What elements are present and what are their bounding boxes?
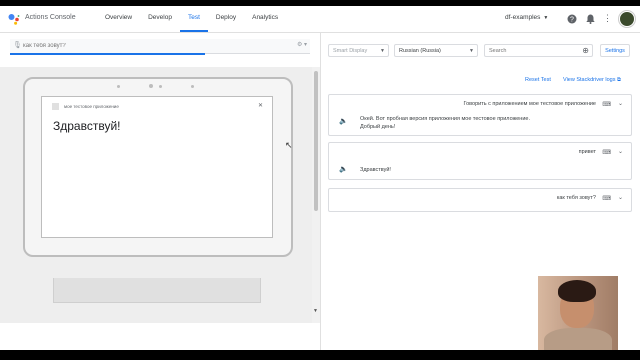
- device-camera-icon: [149, 84, 153, 88]
- device-screen: мое тестовое приложение ✕ Здравствуй!: [41, 96, 273, 238]
- scroll-down-arrow-icon[interactable]: ▼: [313, 308, 318, 314]
- search-input[interactable]: [489, 46, 569, 56]
- device-sensor-icon: [117, 85, 120, 88]
- input-focus-underline: [10, 53, 205, 55]
- user-request: Говорить с приложением мое тестовое прил…: [463, 101, 596, 107]
- webcam-person-shirt: [544, 328, 612, 350]
- tab-analytics[interactable]: Analytics: [244, 6, 286, 30]
- top-bar: Actions Console Overview Develop Test De…: [0, 6, 640, 33]
- more-vert-icon[interactable]: ⋮: [602, 13, 613, 24]
- tab-test[interactable]: Test: [179, 6, 208, 32]
- notifications-bell-icon[interactable]: [585, 13, 596, 24]
- app-icon: [52, 103, 59, 110]
- query-input-row: 🎙 ⚙ ▾: [10, 39, 310, 55]
- avatar[interactable]: [619, 11, 635, 27]
- assistant-response: Окей. Вот пробная версия приложения мое …: [360, 115, 530, 131]
- chevron-down-icon[interactable]: ⌄: [618, 148, 623, 155]
- input-options-icon[interactable]: ⚙ ▾: [297, 41, 307, 48]
- panel-divider: [320, 33, 321, 350]
- language-select[interactable]: Russian (Russia) ▼: [394, 44, 478, 57]
- response-line: Окей. Вот пробная версия приложения мое …: [360, 116, 531, 122]
- settings-button[interactable]: Settings: [600, 44, 630, 57]
- device-display-text: Здравствуй!: [53, 119, 121, 133]
- tab-deploy[interactable]: Deploy: [208, 6, 244, 30]
- caret-down-icon: ▼: [543, 15, 549, 21]
- device-sensor-icon: [191, 85, 194, 88]
- scrollbar-thumb[interactable]: [314, 71, 318, 211]
- project-name: df-examples: [505, 14, 541, 21]
- mouse-cursor-icon: ↖: [285, 140, 293, 150]
- keyboard-icon: ⌨: [602, 150, 611, 156]
- stackdriver-logs-link[interactable]: View Stackdriver logs ⧉: [563, 77, 621, 84]
- webcam-overlay: [538, 276, 618, 350]
- speaker-icon[interactable]: 🔈: [339, 117, 348, 125]
- project-selector[interactable]: df-examples ▼: [505, 14, 548, 21]
- user-request: привет: [578, 149, 596, 155]
- conversation-card[interactable]: Говорить с приложением мое тестовое прил…: [328, 94, 632, 136]
- chevron-down-icon[interactable]: ⌄: [618, 100, 623, 107]
- stackdriver-logs-label: View Stackdriver logs: [563, 77, 616, 83]
- tab-develop[interactable]: Develop: [140, 6, 180, 30]
- language-select-value: Russian (Russia): [399, 48, 441, 54]
- webcam-person-hair: [558, 280, 596, 302]
- device-stand: [53, 278, 261, 303]
- assistant-response: Здравствуй!: [360, 166, 391, 174]
- device-app-name: мое тестовое приложение: [64, 104, 119, 109]
- conversation-card[interactable]: как тебя зовут? ⌨ ⌄: [328, 188, 632, 212]
- app-title: Actions Console: [25, 14, 76, 21]
- app-window: Actions Console Overview Develop Test De…: [0, 6, 640, 350]
- close-icon[interactable]: ✕: [258, 102, 263, 109]
- reset-test-link[interactable]: Reset Test: [525, 77, 551, 83]
- conversation-card[interactable]: привет ⌨ ⌄ 🔈 Здравствуй!: [328, 142, 632, 180]
- surface-select[interactable]: Smart Display ▼: [328, 44, 389, 57]
- location-target-icon[interactable]: ⊕: [582, 46, 589, 56]
- svg-text:?: ?: [570, 16, 574, 23]
- dropdown-arrow-icon: ▼: [469, 48, 474, 54]
- help-icon[interactable]: ?: [566, 13, 577, 24]
- microphone-icon[interactable]: 🎙: [13, 41, 22, 49]
- smart-display-device: мое тестовое приложение ✕ Здравствуй!: [23, 77, 293, 257]
- keyboard-icon: ⌨: [602, 102, 611, 108]
- search-box: ⊕: [484, 44, 593, 57]
- query-input[interactable]: [23, 40, 283, 51]
- surface-select-value: Smart Display: [333, 48, 368, 54]
- google-assistant-logo-icon: [8, 14, 20, 25]
- keyboard-icon: ⌨: [602, 196, 611, 202]
- chevron-down-icon[interactable]: ⌄: [618, 194, 623, 201]
- response-line: Добрый день!: [360, 124, 396, 130]
- speaker-icon[interactable]: 🔈: [339, 165, 348, 173]
- user-request: как тебя зовут?: [556, 195, 596, 201]
- open-in-new-icon: ⧉: [617, 77, 621, 83]
- response-line: Здравствуй!: [360, 167, 391, 173]
- tab-overview[interactable]: Overview: [97, 6, 140, 30]
- main-nav: Overview Develop Test Deploy Analytics: [97, 6, 286, 32]
- device-sensor-icon: [159, 85, 162, 88]
- dropdown-arrow-icon: ▼: [380, 48, 385, 54]
